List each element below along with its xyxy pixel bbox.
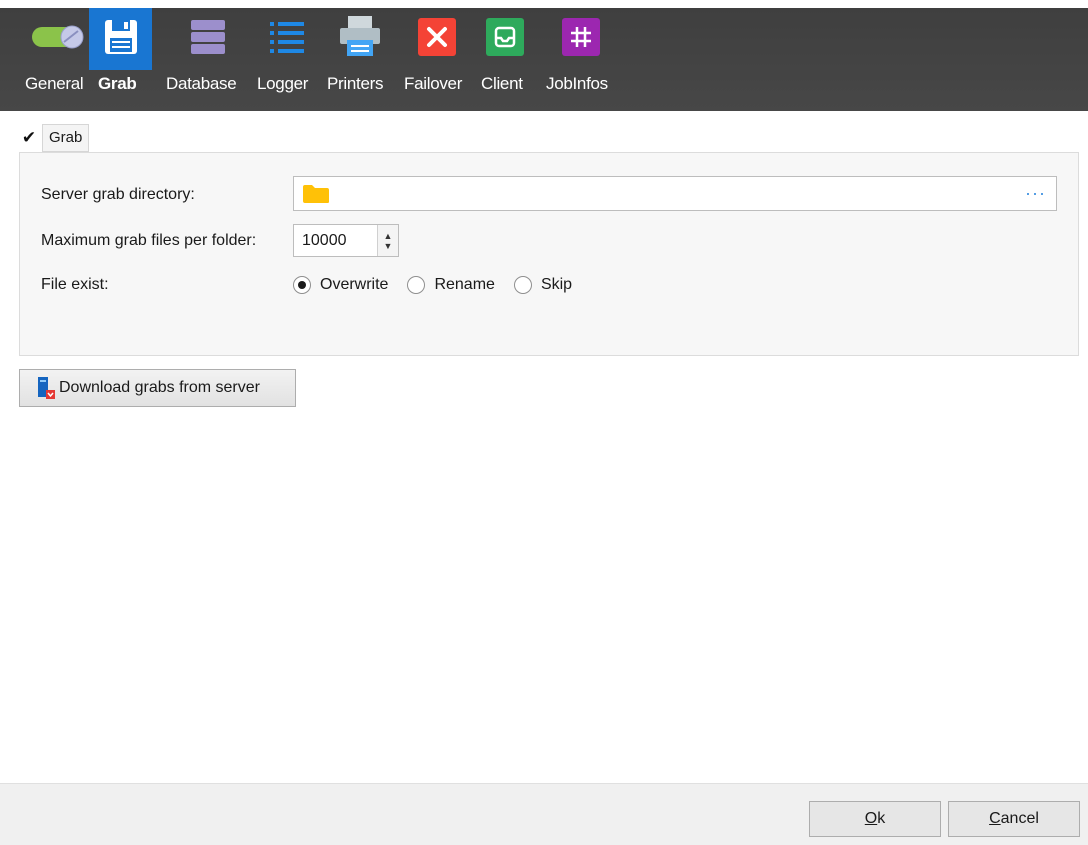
max-grab-files-spinbox[interactable]: 10000 ▲ ▼ (293, 224, 399, 257)
radio-overwrite-label[interactable]: Overwrite (320, 276, 388, 294)
close-x-icon (417, 17, 457, 62)
spin-down-icon[interactable]: ▼ (384, 241, 393, 251)
tab-general-label[interactable]: General (25, 74, 84, 94)
tab-client[interactable] (478, 8, 532, 70)
browse-button[interactable]: ··· (1025, 181, 1046, 205)
tab-general[interactable] (28, 8, 90, 70)
max-grab-files-label: Maximum grab files per folder: (41, 232, 257, 249)
floppy-disk-icon (103, 18, 139, 61)
file-exist-radio-group: Overwrite Rename Skip (293, 272, 591, 298)
tab-failover-label[interactable]: Failover (404, 74, 462, 94)
grab-checkbox-label[interactable]: Grab (42, 124, 90, 152)
server-grab-directory-label: Server grab directory: (41, 186, 195, 203)
toggle-switch-icon (30, 22, 88, 57)
radio-rename-label[interactable]: Rename (434, 276, 494, 294)
cancel-mnemonic: C (989, 810, 1001, 827)
spin-up-icon[interactable]: ▲ (384, 231, 393, 241)
database-stack-icon (189, 17, 227, 62)
download-grabs-label: Download grabs from server (59, 379, 260, 396)
tab-grab-label[interactable]: Grab (98, 74, 137, 94)
list-icon (267, 17, 307, 62)
grab-checkbox-mark[interactable]: ✔ (20, 128, 38, 148)
radio-skip[interactable]: Skip (513, 276, 572, 294)
radio-overwrite-circle[interactable] (293, 276, 311, 294)
radio-rename-circle[interactable] (407, 276, 426, 294)
grab-checkbox[interactable]: ✔ Grab (20, 124, 92, 152)
tab-database-label[interactable]: Database (166, 74, 237, 94)
tab-logger-label[interactable]: Logger (257, 74, 308, 94)
tab-jobinfos[interactable] (554, 8, 608, 70)
ok-mnemonic: O (864, 810, 878, 827)
tab-failover[interactable] (410, 8, 464, 70)
printer-icon (337, 14, 383, 65)
radio-rename[interactable]: Rename (407, 276, 495, 294)
radio-selected-dot (298, 281, 306, 289)
download-grabs-button[interactable]: Download grabs from server (19, 369, 296, 407)
radio-overwrite[interactable]: Overwrite (293, 276, 388, 294)
tab-printers-label[interactable]: Printers (327, 74, 383, 94)
radio-skip-circle[interactable] (513, 276, 532, 294)
cancel-label-rest: ancel (1000, 810, 1039, 827)
server-grab-directory-input[interactable]: ··· (293, 176, 1057, 211)
tab-jobinfos-label[interactable]: JobInfos (546, 74, 608, 94)
hashtag-icon (561, 17, 601, 62)
download-server-icon (36, 376, 56, 400)
file-exist-label: File exist: (41, 276, 109, 293)
spinbox-arrows[interactable]: ▲ ▼ (377, 225, 398, 256)
settings-toolbar (0, 0, 1088, 111)
max-grab-files-value[interactable]: 10000 (294, 232, 377, 250)
tab-client-label[interactable]: Client (481, 74, 523, 94)
radio-skip-label[interactable]: Skip (541, 276, 572, 294)
folder-icon (302, 184, 330, 209)
ok-label-rest: k (877, 810, 886, 827)
inbox-icon (485, 17, 525, 62)
tab-printers[interactable] (330, 8, 390, 70)
cancel-button[interactable]: Cancel (948, 801, 1080, 837)
tab-logger[interactable] (260, 8, 314, 70)
ok-button[interactable]: Ok (809, 801, 941, 837)
tab-grab[interactable] (89, 8, 152, 70)
tab-database[interactable] (178, 8, 238, 70)
